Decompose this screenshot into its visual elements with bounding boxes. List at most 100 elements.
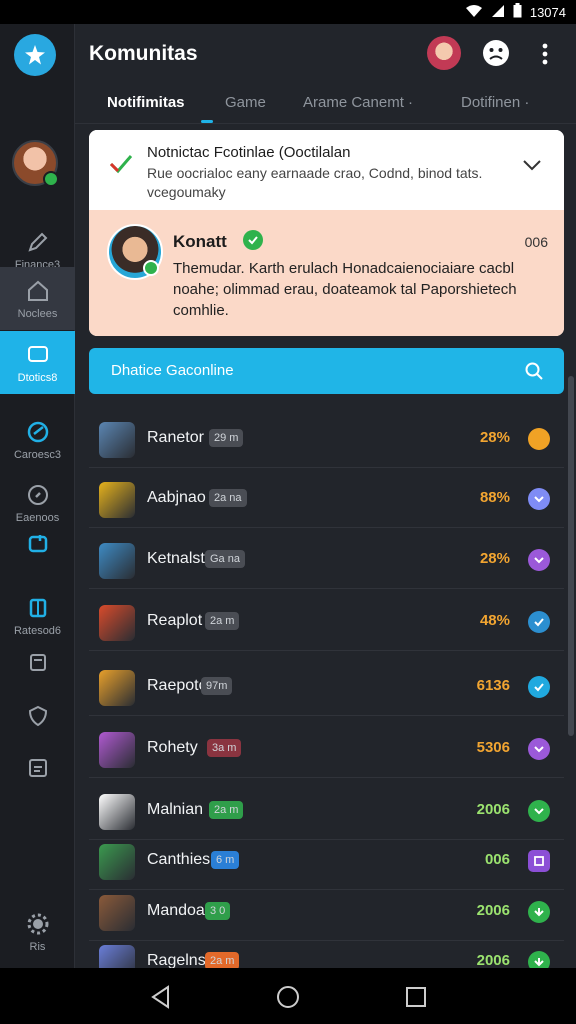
status-check-icon[interactable] (528, 676, 550, 698)
notification-description: Rue oocrialoc eany earnaade crao, Codnd,… (147, 165, 483, 200)
game-percent: 006 (484, 851, 510, 868)
recents-icon[interactable] (403, 984, 429, 1010)
game-row[interactable]: Ranetor 29 m 28% (89, 408, 564, 468)
game-percent: 2006 (476, 902, 510, 919)
sad-face-icon[interactable] (481, 38, 511, 68)
navigation-rail: Finance3 Noclees Dtotics8 Caroesc3 Eaeno… (0, 24, 75, 968)
game-icon (99, 895, 135, 931)
tab-dotifinen[interactable]: Dotifinen · (461, 94, 529, 111)
game-name: Ranetor (147, 429, 204, 446)
home-button-icon[interactable] (275, 984, 301, 1010)
chat-icon (27, 345, 48, 362)
game-row[interactable]: Rohety 3a m 5306 (89, 718, 564, 778)
game-name: Raepoto (147, 677, 208, 694)
rail-item-label: Noclees (17, 307, 58, 320)
search-label: Dhatice Gaconline (111, 362, 234, 379)
status-chevron-icon[interactable] (528, 800, 550, 822)
scrollbar[interactable] (568, 376, 574, 736)
game-name: Aabjnao (147, 489, 206, 506)
check-icon (109, 155, 133, 174)
status-time: 13074 (529, 4, 566, 20)
status-chevron-icon[interactable] (528, 738, 550, 760)
game-icon (99, 670, 135, 706)
top-app-bar: Komunitas (75, 24, 576, 84)
chart-icon (28, 534, 47, 552)
rail-item-home[interactable]: Noclees (0, 267, 75, 330)
search-icon[interactable] (524, 361, 544, 381)
game-tag: Ga na (205, 550, 245, 568)
status-check-icon[interactable] (528, 611, 550, 633)
swirl-icon (27, 421, 48, 442)
user-avatar[interactable] (427, 36, 461, 70)
system-navigation-bar (0, 968, 576, 1024)
game-tag: 3 0 (205, 902, 231, 920)
game-name: Canthies (147, 851, 211, 868)
more-vert-icon[interactable] (537, 40, 553, 68)
game-percent: 2006 (476, 801, 510, 818)
list-icon (28, 758, 47, 777)
status-chevron-icon[interactable] (528, 488, 550, 510)
tab-arame[interactable]: Arame Canemt · (303, 94, 413, 111)
notification-title: Notnictac Fcotinlae (Ooctilalan (147, 144, 351, 161)
battery-icon (513, 3, 522, 21)
rail-item-stats[interactable] (0, 512, 75, 575)
inbox-icon (29, 653, 46, 671)
status-chevron-icon[interactable] (528, 549, 550, 571)
message-time: 006 (524, 234, 548, 250)
sender-name: Konatt (173, 232, 227, 251)
gear-icon (27, 913, 48, 934)
game-tag: 3a m (207, 739, 242, 757)
game-icon (99, 732, 135, 768)
game-percent: 28% (479, 550, 510, 567)
verified-icon (243, 230, 263, 250)
game-icon (99, 794, 135, 830)
search-bar[interactable]: Dhatice Gaconline (89, 348, 564, 394)
tab-game[interactable]: Game (225, 94, 266, 111)
page-title: Komunitas (89, 42, 198, 65)
game-tag: 2a m (205, 612, 240, 630)
tab-indicator (201, 120, 213, 123)
notification-card[interactable]: Notnictac Fcotinlae (Ooctilalan Rue oocr… (89, 130, 564, 336)
shield-icon (28, 705, 47, 726)
game-row[interactable]: Aabjnao 2a na 88% (89, 468, 564, 528)
status-down-icon[interactable] (528, 901, 550, 923)
game-name: Reaplot (147, 612, 203, 629)
message-text: Themudar. Karth erulach Honadcaienociaia… (173, 260, 517, 319)
status-dot-icon[interactable] (528, 428, 550, 450)
game-row[interactable]: Reaplot 2a m 48% (89, 591, 564, 651)
game-percent: 88% (479, 489, 510, 506)
game-percent: 6136 (476, 677, 510, 694)
pen-icon (27, 232, 47, 252)
game-name: Rohety (147, 739, 198, 756)
rail-item-settings[interactable]: Ris (0, 900, 75, 963)
game-tag: 6 m (211, 851, 240, 869)
rail-item-label: Caroesc3 (13, 448, 62, 461)
notification-message: Konatt 006 Themudar. Karth erulach Honad… (89, 210, 564, 336)
wifi-icon (465, 4, 483, 21)
rail-item-list[interactable] (0, 736, 75, 799)
game-percent: 5306 (476, 739, 510, 756)
app-logo-button[interactable] (14, 34, 56, 76)
game-tag: 2a m (209, 801, 244, 819)
tab-bar: Notifimitas Game Arame Canemt · Dotifine… (75, 84, 576, 124)
signal-icon (491, 4, 505, 21)
game-row[interactable]: Ketnalst Ga na 28% (89, 529, 564, 589)
game-row[interactable]: Raepoto 97m 6136 (89, 656, 564, 716)
chevron-down-icon[interactable] (522, 158, 542, 172)
rail-item-chat[interactable]: Dtotics8 (0, 331, 75, 394)
game-percent: 2006 (476, 952, 510, 969)
rail-item-community[interactable]: Caroesc3 (0, 408, 75, 471)
book-icon (29, 598, 46, 617)
game-name: Mandoas (147, 902, 213, 919)
tab-notifications[interactable]: Notifimitas (107, 94, 185, 111)
profile-avatar[interactable] (12, 140, 59, 187)
app-window: Finance3 Noclees Dtotics8 Caroesc3 Eaeno… (0, 24, 576, 991)
status-bar: 13074 (0, 0, 576, 24)
compass-icon (27, 484, 48, 505)
back-icon[interactable] (148, 984, 174, 1010)
home-icon (27, 280, 48, 301)
game-tag: 97m (201, 677, 233, 695)
status-square-icon[interactable] (528, 850, 550, 872)
game-tag: 29 m (209, 429, 244, 447)
online-indicator (143, 260, 159, 276)
